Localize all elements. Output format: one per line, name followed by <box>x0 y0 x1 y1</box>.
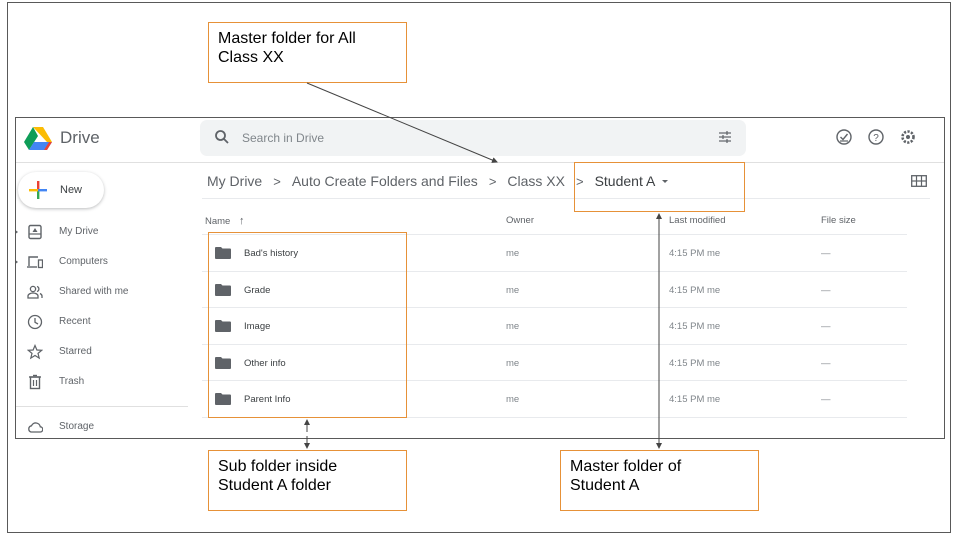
annotation-arrows <box>304 82 662 449</box>
arrow-to-class-xx <box>306 82 498 163</box>
